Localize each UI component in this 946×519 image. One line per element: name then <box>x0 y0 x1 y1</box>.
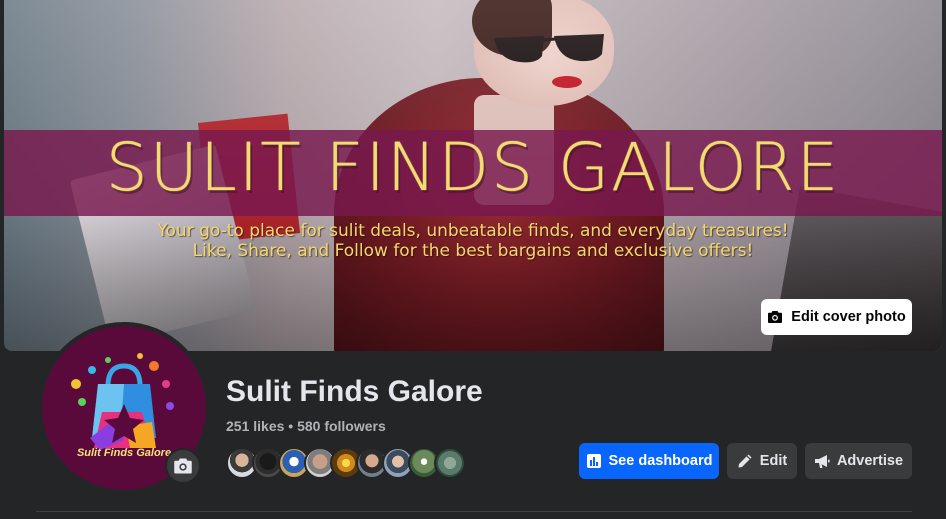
advertise-button[interactable]: Advertise <box>805 443 912 479</box>
header-divider <box>36 511 912 512</box>
page-title: Sulit Finds Galore <box>226 375 483 408</box>
cover-tagline-line1: Your go-to place for sulit deals, unbeat… <box>157 221 789 241</box>
cover-tagline-line2: Like, Share, and Follow for the best bar… <box>192 241 754 261</box>
edit-page-label: Edit <box>759 453 788 469</box>
see-dashboard-button[interactable]: See dashboard <box>579 443 719 479</box>
see-dashboard-label: See dashboard <box>608 453 713 469</box>
edit-page-button[interactable]: Edit <box>727 443 797 479</box>
megaphone-icon <box>814 455 830 468</box>
update-profile-picture-button[interactable] <box>165 448 201 484</box>
follower-avatar[interactable] <box>434 447 466 479</box>
camera-icon <box>174 458 192 474</box>
edit-cover-photo-label: Edit cover photo <box>791 309 906 325</box>
camera-icon <box>768 311 783 323</box>
advertise-label: Advertise <box>836 453 904 469</box>
edit-cover-photo-button[interactable]: Edit cover photo <box>761 299 912 335</box>
cover-title: SULIT FINDS GALORE <box>105 129 841 206</box>
pencil-icon <box>738 454 752 468</box>
bar-chart-icon <box>586 454 601 468</box>
follower-avatars[interactable] <box>226 447 466 479</box>
page-header: SULIT FINDS GALORE Your go-to place for … <box>0 0 946 519</box>
page-stats[interactable]: 251 likes • 580 followers <box>226 418 386 434</box>
